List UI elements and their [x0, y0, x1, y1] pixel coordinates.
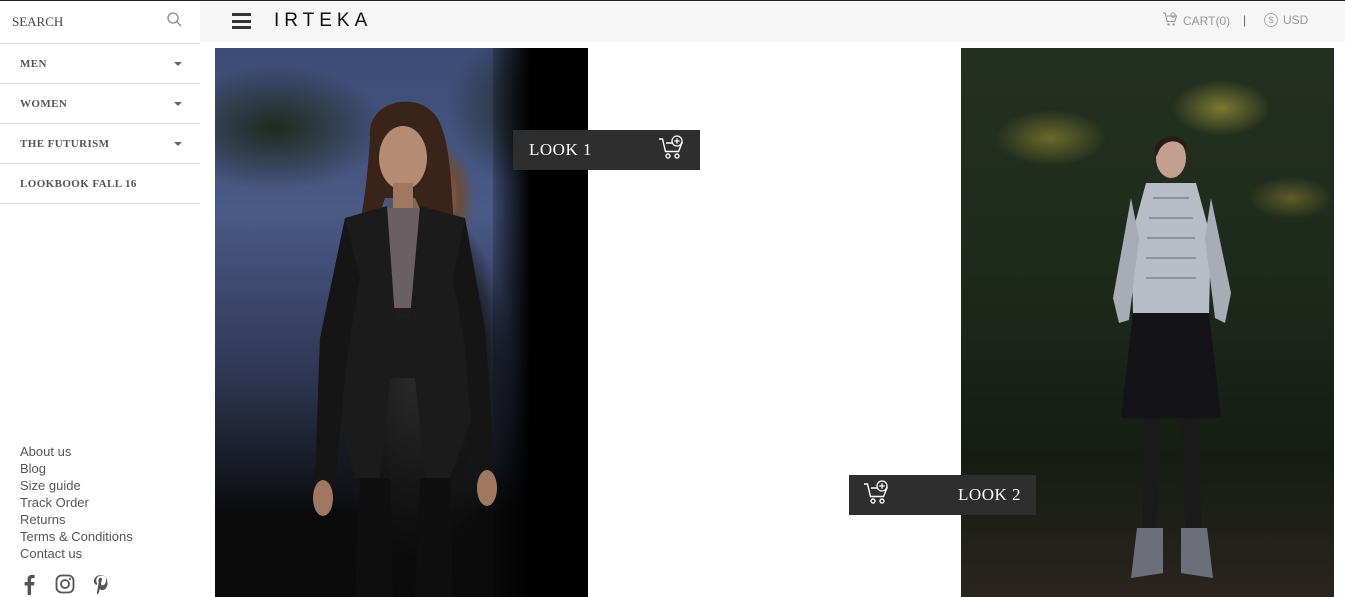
footer-link-about[interactable]: About us	[20, 443, 133, 460]
top-bar: IRTEKA CART(0) | $ USD	[200, 0, 1345, 42]
model-figure	[1113, 136, 1231, 578]
nav-item-label: WOMEN	[20, 97, 68, 110]
add-to-cart-icon[interactable]	[863, 479, 891, 511]
currency-label: USD	[1283, 13, 1309, 27]
cart-icon	[1162, 12, 1178, 30]
footer-links: About us Blog Size guide Track Order Ret…	[20, 443, 133, 562]
add-to-cart-icon[interactable]	[658, 134, 686, 166]
category-nav: MEN WOMEN THE FUTURISM LOOKBOOK FALL 16	[0, 44, 200, 204]
cart-label: CART(0)	[1183, 14, 1231, 28]
sidebar: MEN WOMEN THE FUTURISM LOOKBOOK FALL 16 …	[0, 0, 200, 597]
look-label: LOOK 2	[958, 485, 1021, 504]
site-logo[interactable]: IRTEKA	[274, 10, 372, 32]
search-icon[interactable]	[167, 12, 182, 32]
nav-item-label: LOOKBOOK FALL 16	[20, 177, 137, 190]
pinterest-icon[interactable]	[90, 573, 112, 595]
model-figure	[313, 101, 497, 597]
footer-link-returns[interactable]: Returns	[20, 511, 133, 528]
look-1-badge[interactable]: LOOK 1	[513, 130, 700, 170]
caret-down-icon	[174, 101, 182, 106]
footer-link-size-guide[interactable]: Size guide	[20, 477, 133, 494]
footer-link-contact[interactable]: Contact us	[20, 545, 133, 562]
look-label: LOOK 1	[529, 140, 592, 159]
nav-item-the-futurism[interactable]: THE FUTURISM	[0, 124, 200, 164]
currency-selector[interactable]: $ USD	[1264, 13, 1308, 27]
facebook-icon[interactable]	[18, 573, 40, 595]
nav-item-men[interactable]: MEN	[0, 44, 200, 84]
nav-item-women[interactable]: WOMEN	[0, 84, 200, 124]
header-separator: |	[1243, 13, 1247, 27]
search-input[interactable]	[12, 14, 152, 30]
nav-item-lookbook[interactable]: LOOKBOOK FALL 16	[0, 164, 200, 204]
look-2-badge[interactable]: LOOK 2	[849, 475, 1036, 515]
nav-item-label: MEN	[20, 57, 47, 70]
footer-link-track-order[interactable]: Track Order	[20, 494, 133, 511]
cart-button[interactable]: CART(0)	[1162, 12, 1230, 30]
caret-down-icon	[174, 141, 182, 146]
nav-item-label: THE FUTURISM	[20, 137, 110, 150]
search-bar	[0, 1, 200, 44]
caret-down-icon	[174, 61, 182, 66]
hamburger-menu-icon[interactable]	[232, 13, 251, 29]
instagram-icon[interactable]	[54, 573, 76, 595]
social-links	[18, 573, 112, 595]
footer-link-terms[interactable]: Terms & Conditions	[20, 528, 133, 545]
dollar-icon: $	[1264, 13, 1278, 27]
footer-link-blog[interactable]: Blog	[20, 460, 133, 477]
